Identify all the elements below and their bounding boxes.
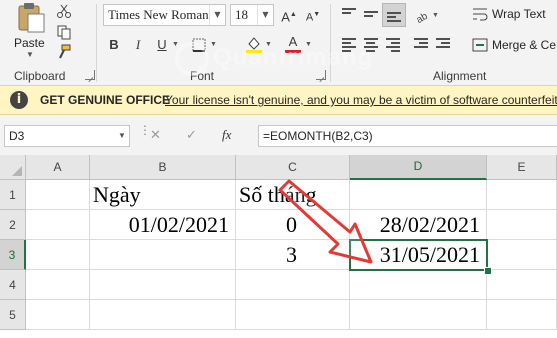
cell-e1[interactable] xyxy=(487,180,557,210)
cell-e3[interactable] xyxy=(487,240,557,270)
font-size-select[interactable]: 18 ▼ xyxy=(230,4,274,26)
cell-d5[interactable] xyxy=(350,300,487,330)
font-color-button[interactable]: A xyxy=(283,32,303,53)
row-header-4[interactable]: 4 xyxy=(0,270,26,300)
shrink-font-button[interactable]: A▼ xyxy=(303,5,323,25)
chevron-down-icon[interactable]: ▼ xyxy=(305,41,312,48)
chevron-down-icon[interactable]: ▼ xyxy=(118,131,126,140)
cell-e4[interactable] xyxy=(487,270,557,300)
cell-c2[interactable]: 0 xyxy=(236,210,350,240)
ribbon: Paste ▼ Clipboard Times New Roman ▼ 18 ▼… xyxy=(0,0,557,86)
cancel-icon[interactable]: ✕ xyxy=(150,128,161,143)
info-icon: i xyxy=(10,91,28,109)
cell-d4[interactable] xyxy=(350,270,487,300)
cell-d2[interactable]: 28/02/2021 xyxy=(350,210,487,240)
cell-b3[interactable] xyxy=(90,240,236,270)
align-left-icon[interactable] xyxy=(342,38,356,52)
align-top-icon[interactable] xyxy=(342,8,356,20)
chevron-down-icon[interactable]: ▼ xyxy=(265,41,272,48)
fill-color-icon[interactable] xyxy=(245,35,263,53)
column-header-c[interactable]: C xyxy=(236,155,350,180)
font-launcher-icon[interactable] xyxy=(316,70,326,80)
chevron-down-icon: ▼ xyxy=(209,5,225,25)
cell-c4[interactable] xyxy=(236,270,350,300)
chevron-down-icon[interactable]: ▼ xyxy=(210,41,217,48)
font-group-label: Font xyxy=(190,69,215,83)
bold-button[interactable]: B xyxy=(104,35,124,55)
merge-center-label: Merge & Ce xyxy=(492,38,557,52)
formula-input[interactable]: =EOMONTH(B2,C3) xyxy=(258,125,557,147)
cell-b1[interactable]: Ngày xyxy=(90,180,236,210)
cell-b5[interactable] xyxy=(90,300,236,330)
font-size-value: 18 xyxy=(235,7,248,22)
cell-a2[interactable] xyxy=(26,210,90,240)
format-painter-icon[interactable] xyxy=(56,44,72,60)
underline-button[interactable]: U xyxy=(152,35,172,55)
wrap-text-button[interactable]: Wrap Text xyxy=(470,5,557,25)
align-right-icon[interactable] xyxy=(386,38,400,52)
cell-d1[interactable] xyxy=(350,180,487,210)
font-name-value: Times New Roman xyxy=(108,7,209,22)
name-box[interactable]: D3 xyxy=(4,125,130,147)
align-center-icon[interactable] xyxy=(364,38,378,52)
chevron-down-icon[interactable]: ▼ xyxy=(172,41,179,48)
row-header-5[interactable]: 5 xyxy=(0,300,26,330)
svg-text:ab: ab xyxy=(415,11,431,23)
clipboard-launcher-icon[interactable] xyxy=(85,70,95,80)
select-all-corner[interactable] xyxy=(0,155,26,180)
column-header-b[interactable]: B xyxy=(90,155,236,180)
alignment-group-label: Alignment xyxy=(433,69,487,83)
align-bottom-button[interactable] xyxy=(382,3,406,27)
cell-c3[interactable]: 3 xyxy=(236,240,350,270)
paste-button[interactable]: Paste ▼ xyxy=(8,2,54,59)
enter-icon[interactable]: ✓ xyxy=(186,128,197,143)
formula-bar-grip-icon[interactable]: ⋮ xyxy=(139,124,151,136)
banner-title: GET GENUINE OFFICE xyxy=(40,93,171,107)
borders-icon[interactable] xyxy=(192,38,206,52)
column-header-e[interactable]: E xyxy=(487,155,557,180)
cell-a3[interactable] xyxy=(26,240,90,270)
column-header-a[interactable]: A xyxy=(26,155,90,180)
chevron-down-icon[interactable]: ▼ xyxy=(432,12,439,19)
merge-center-icon xyxy=(472,38,488,52)
increase-indent-icon[interactable] xyxy=(436,38,450,50)
copy-icon[interactable] xyxy=(56,24,72,40)
orientation-icon[interactable]: ab xyxy=(414,7,432,23)
wrap-text-label: Wrap Text xyxy=(492,7,546,21)
row-header-1[interactable]: 1 xyxy=(0,180,26,210)
cell-c1[interactable]: Số tháng xyxy=(236,180,350,210)
selected-cell-border xyxy=(349,239,488,271)
row-header-3[interactable]: 3 xyxy=(0,240,26,270)
italic-button[interactable]: I xyxy=(128,35,148,55)
paste-label: Paste xyxy=(14,36,45,50)
align-middle-icon[interactable] xyxy=(364,8,378,20)
wrap-text-icon xyxy=(473,8,488,21)
banner-message-link[interactable]: Your license isn't genuine, and you may … xyxy=(165,93,557,107)
row-header-2[interactable]: 2 xyxy=(0,210,26,240)
cell-b4[interactable] xyxy=(90,270,236,300)
cut-icon[interactable] xyxy=(56,3,72,19)
fill-handle[interactable] xyxy=(484,267,492,275)
column-header-d[interactable]: D xyxy=(350,155,487,180)
select-all-icon xyxy=(12,166,22,176)
chevron-down-icon: ▼ xyxy=(26,50,34,59)
clipboard-group-label: Clipboard xyxy=(14,69,66,83)
cell-c5[interactable] xyxy=(236,300,350,330)
font-name-select[interactable]: Times New Roman ▼ xyxy=(103,4,226,26)
paste-icon xyxy=(18,3,45,33)
cell-b2[interactable]: 01/02/2021 xyxy=(90,210,236,240)
grow-font-button[interactable]: A▲ xyxy=(279,5,299,25)
cell-a4[interactable] xyxy=(26,270,90,300)
cell-e5[interactable] xyxy=(487,300,557,330)
insert-function-icon[interactable]: fx xyxy=(222,127,231,143)
worksheet-grid: A B C D E 1 2 3 4 5 Ngày Số tháng 01/02/… xyxy=(0,155,557,338)
merge-center-button[interactable]: Merge & Ce xyxy=(470,36,557,56)
chevron-down-icon: ▼ xyxy=(257,5,273,25)
decrease-indent-icon[interactable] xyxy=(414,38,428,50)
align-bottom-icon xyxy=(387,12,401,24)
cell-a1[interactable] xyxy=(26,180,90,210)
cell-a5[interactable] xyxy=(26,300,90,330)
cell-e2[interactable] xyxy=(487,210,557,240)
